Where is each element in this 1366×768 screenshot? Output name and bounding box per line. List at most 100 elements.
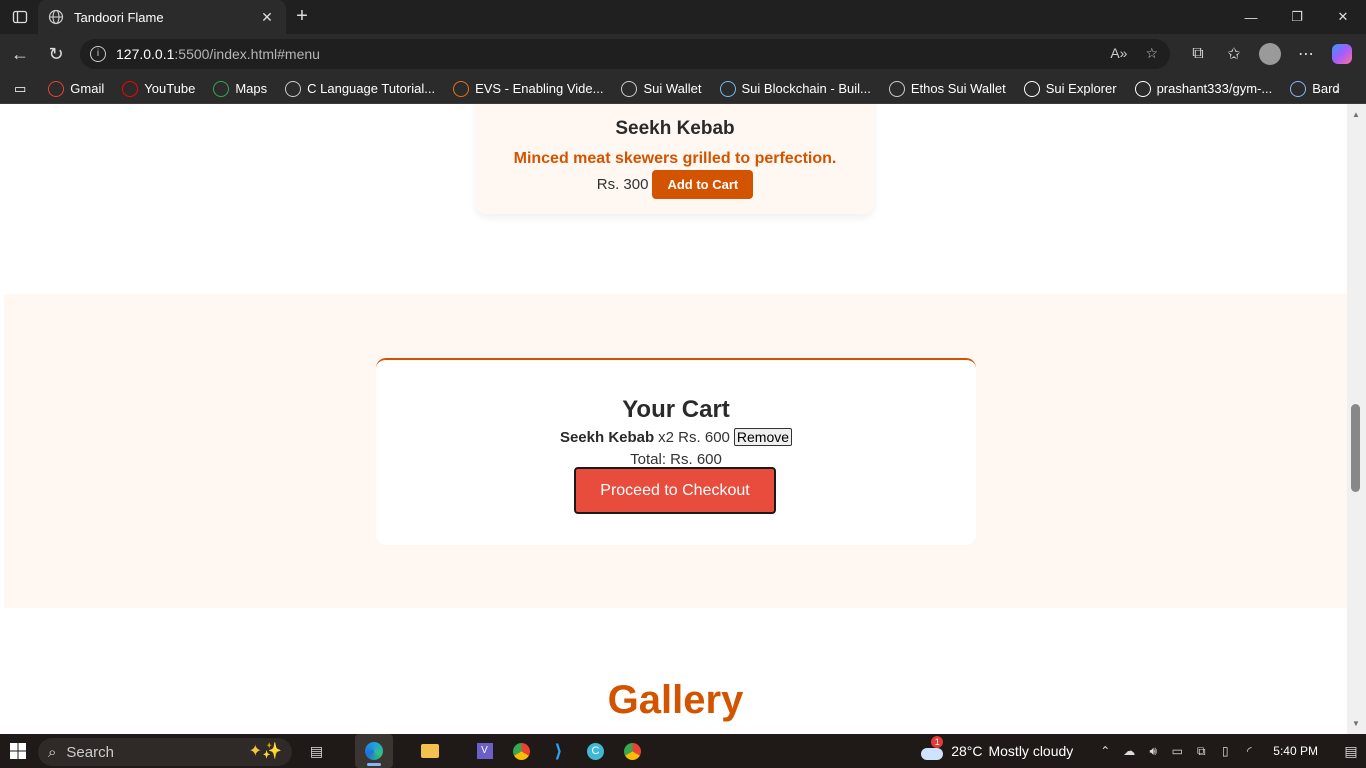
gmail-icon [48, 80, 65, 97]
bookmark-item[interactable]: Bard [1290, 80, 1340, 97]
chrome-profile-icon[interactable] [614, 734, 651, 768]
bookmarks-menu-icon[interactable]: ▭ [14, 81, 26, 97]
close-tab-icon[interactable]: ✕ [258, 9, 276, 26]
read-aloud-icon[interactable]: A» [1110, 45, 1127, 62]
notifications-icon[interactable]: ▤ [1336, 743, 1366, 760]
scroll-down-icon[interactable]: ▼ [1352, 719, 1360, 728]
cart-total: Total: Rs. 600 [630, 451, 722, 468]
weather-badge: 1 [931, 736, 944, 748]
search-icon: ⌕ [48, 743, 57, 761]
tab-tandoori-flame[interactable]: Tandoori Flame ✕ [38, 0, 286, 34]
windows-taskbar: ⌕ Search ✦✨ ▤ V ⟩ C 1 28°C Mostly cloudy… [0, 734, 1366, 768]
url-host: 127.0.0.1 [116, 46, 175, 62]
copilot-icon[interactable] [1324, 36, 1360, 72]
more-menu-icon[interactable]: ⋯ [1288, 36, 1324, 72]
bookmark-label: C Language Tutorial... [307, 81, 436, 96]
close-window-icon[interactable]: ✕ [1320, 0, 1366, 34]
globe-icon [621, 80, 638, 97]
bookmark-item[interactable]: Sui Explorer [1023, 80, 1117, 97]
bookmark-item[interactable]: C Language Tutorial... [285, 80, 436, 97]
weather-condition: Mostly cloudy [988, 743, 1074, 759]
taskbar-search-label: Search [66, 743, 114, 761]
app-tray-icon[interactable]: ⧉ [1189, 744, 1213, 759]
weather-widget[interactable]: 1 28°C Mostly cloudy [921, 736, 1074, 760]
site-info-icon[interactable]: i [90, 46, 106, 62]
bookmark-label: Sui Explorer [1045, 81, 1117, 96]
scroll-up-icon[interactable]: ▲ [1352, 110, 1360, 119]
add-to-cart-button[interactable]: Add to Cart [652, 170, 754, 199]
menu-item-name: Seekh Kebab [615, 118, 735, 139]
visual-studio-icon[interactable]: V [466, 734, 503, 768]
system-tray: 1 28°C Mostly cloudy ⌃ ☁ 🔊︎ ▭ ⧉ ▯ ◜ 5:40… [921, 734, 1366, 768]
favorite-star-icon[interactable]: ☆ [1145, 45, 1158, 62]
minimize-icon[interactable]: — [1228, 0, 1274, 34]
refresh-icon[interactable]: ↻ [38, 34, 74, 74]
tab-title: Tandoori Flame [74, 9, 164, 25]
youtube-icon [122, 80, 139, 97]
sui-drop-icon [1023, 80, 1040, 97]
bookmark-label: prashant333/gym-... [1156, 81, 1273, 96]
canva-icon[interactable]: C [577, 734, 614, 768]
bookmark-item[interactable]: prashant333/gym-... [1134, 80, 1273, 97]
bookmark-item[interactable]: YouTube [122, 80, 196, 97]
browser-tab-bar: Tandoori Flame ✕ + — ❐ ✕ [0, 0, 1366, 34]
bookmark-label: Sui Blockchain - Buil... [741, 81, 871, 96]
bookmarks-more-icon[interactable]: › [1335, 80, 1340, 98]
menu-item-description: Minced meat skewers grilled to perfectio… [513, 150, 837, 167]
bookmarks-bar: ▭ Gmail YouTube Maps C Language Tutorial...… [0, 74, 1366, 104]
cart-box: Your Cart Seekh Kebab x2 Rs. 600 Remove … [376, 358, 976, 545]
favorites-icon[interactable]: ✩ [1216, 36, 1252, 72]
page-scrollbar[interactable]: ▲ ▼ [1347, 104, 1366, 734]
cart-item-row: Seekh Kebab x2 Rs. 600 Remove [376, 428, 976, 446]
globe-icon [888, 80, 905, 97]
bookmark-item[interactable]: Maps [213, 80, 267, 97]
bookmark-label: YouTube [144, 81, 196, 96]
wifi-icon[interactable]: ◜ [1237, 744, 1261, 758]
cloudy-weather-icon: 1 [921, 736, 945, 760]
bookmark-item[interactable]: Gmail [48, 80, 104, 97]
menu-item-card: Seekh Kebab Minced meat skewers grilled … [476, 104, 874, 214]
scroll-thumb[interactable] [1351, 404, 1360, 492]
cart-section: Your Cart Seekh Kebab x2 Rs. 600 Remove … [4, 294, 1347, 608]
taskbar-apps: ▤ V ⟩ C [298, 734, 651, 768]
profile-avatar-icon[interactable] [1252, 36, 1288, 72]
extensions-icon[interactable]: ⧉ [1180, 36, 1216, 72]
cart-item-detail: x2 Rs. 600 [658, 428, 730, 446]
bookmark-label: EVS - Enabling Vide... [475, 81, 604, 96]
windows-start-icon[interactable] [0, 734, 36, 768]
device-icon[interactable]: ▯ [1213, 744, 1237, 758]
globe-icon [285, 80, 302, 97]
edge-browser-icon[interactable] [355, 734, 393, 768]
cart-title: Your Cart [622, 396, 730, 423]
taskbar-search[interactable]: ⌕ Search ✦✨ [38, 738, 292, 766]
speaker-icon[interactable]: 🔊︎ [1141, 744, 1165, 759]
new-tab-icon[interactable]: + [290, 5, 314, 29]
checkout-button[interactable]: Proceed to Checkout [574, 467, 776, 514]
tab-actions-icon[interactable] [0, 0, 40, 34]
restore-icon[interactable]: ❐ [1274, 0, 1320, 34]
maps-icon [213, 80, 230, 97]
onedrive-cloud-icon[interactable]: ☁ [1117, 744, 1141, 758]
chevron-up-icon[interactable]: ⌃ [1093, 744, 1117, 758]
window-controls: — ❐ ✕ [1228, 0, 1366, 34]
remove-item-button[interactable]: Remove [733, 428, 793, 446]
bookmark-item[interactable]: Sui Wallet [621, 80, 702, 97]
address-bar[interactable]: i 127.0.0.1:5500/index.html#menu A» ☆ [80, 39, 1170, 69]
battery-icon[interactable]: ▭ [1165, 744, 1189, 758]
chrome-icon[interactable] [503, 734, 540, 768]
gallery-heading: Gallery [607, 678, 744, 722]
file-explorer-icon[interactable] [411, 734, 448, 768]
sui-drop-icon [719, 80, 736, 97]
bookmark-item[interactable]: Sui Blockchain - Buil... [719, 80, 871, 97]
cart-item-name: Seekh Kebab [559, 428, 655, 446]
bookmark-item[interactable]: Ethos Sui Wallet [888, 80, 1006, 97]
taskbar-clock[interactable]: 5:40 PM [1273, 744, 1318, 758]
github-icon [1134, 80, 1151, 97]
copilot-sparkle-icon: ✦✨ [248, 743, 282, 760]
evs-icon [453, 80, 470, 97]
back-icon[interactable]: ← [2, 34, 38, 74]
url-path: :5500/index.html#menu [174, 46, 320, 62]
vscode-icon[interactable]: ⟩ [540, 734, 577, 768]
bookmark-item[interactable]: EVS - Enabling Vide... [453, 80, 604, 97]
task-view-icon[interactable]: ▤ [298, 734, 335, 768]
